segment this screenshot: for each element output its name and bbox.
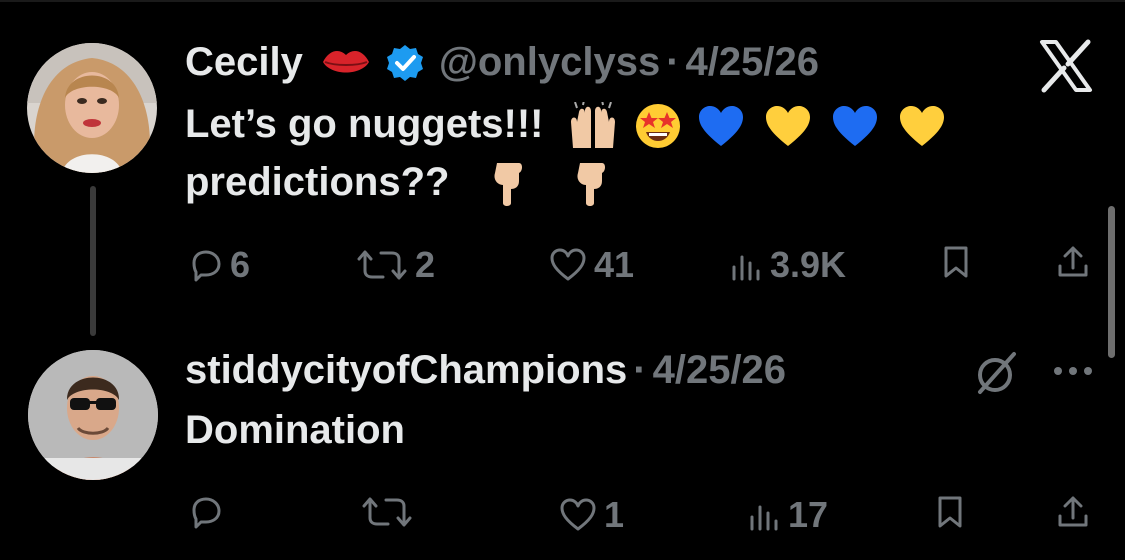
grok-icon[interactable] <box>970 348 1020 398</box>
reply-like-count: 1 <box>604 494 625 535</box>
pointing-down-emoji-icon <box>577 163 605 207</box>
blue-heart-emoji-icon <box>833 106 878 147</box>
tweet-text: Let’s go nuggets!!! <box>185 102 544 146</box>
view-count: 3.9K <box>770 244 847 285</box>
reply-actions: 1 17 <box>0 482 1125 542</box>
scrollbar[interactable] <box>1108 206 1115 358</box>
reply-reply-button[interactable] <box>188 494 230 530</box>
reply-text: Domination <box>185 408 405 452</box>
reply-views-button[interactable]: 17 <box>748 494 828 536</box>
like-button[interactable]: 41 <box>548 244 634 286</box>
repost-icon <box>362 497 412 527</box>
reply-view-count: 17 <box>788 494 829 535</box>
verified-badge-icon[interactable] <box>385 43 425 83</box>
tweet-text-line2: predictions?? <box>185 160 610 207</box>
raised-hands-emoji-icon <box>570 102 615 149</box>
yellow-heart-emoji-icon <box>765 106 810 147</box>
pointing-down-emoji-icon <box>494 163 522 207</box>
author-name[interactable]: Cecily <box>185 40 303 85</box>
bookmark-button[interactable] <box>940 244 972 280</box>
reply-header: stiddycityofChampions · 4/25/26 <box>185 348 786 393</box>
like-icon <box>550 248 586 281</box>
star-struck-emoji-icon <box>635 104 680 149</box>
author-handle[interactable]: @onlyclyss <box>439 40 660 85</box>
bookmark-icon <box>938 496 962 528</box>
reply-icon <box>192 250 221 282</box>
reply-bookmark-button[interactable] <box>934 494 966 530</box>
avatar-stiddycityofchampions[interactable] <box>28 350 158 480</box>
bookmark-icon <box>944 246 968 278</box>
views-button[interactable]: 3.9K <box>730 244 846 286</box>
separator-dot: · <box>666 40 680 84</box>
tweet-actions: 6 2 41 3.9K <box>0 232 1125 292</box>
share-icon <box>1058 496 1088 527</box>
tweet-text-line1: Let’s go nuggets!!! <box>185 102 946 150</box>
tweet-text: predictions?? <box>185 160 450 204</box>
like-count: 41 <box>594 244 635 285</box>
top-divider <box>0 0 1125 2</box>
reply-icon <box>192 497 221 529</box>
tweet-date[interactable]: 4/25/26 <box>686 40 819 85</box>
share-button[interactable] <box>1055 244 1091 280</box>
reply-share-button[interactable] <box>1055 494 1091 530</box>
yellow-heart-emoji-icon <box>900 106 945 147</box>
separator-dot: · <box>633 348 647 392</box>
repost-icon <box>357 250 407 280</box>
reply-count: 6 <box>230 244 251 285</box>
like-icon <box>560 498 596 531</box>
reply-date[interactable]: 4/25/26 <box>653 348 786 393</box>
avatar-cecily[interactable] <box>27 43 157 173</box>
tweet-header: Cecily @onlyclyss · 4/25/26 <box>185 40 819 85</box>
reply-author-name[interactable]: stiddycityofChampions <box>185 348 627 393</box>
blue-heart-emoji-icon <box>698 106 743 147</box>
more-icon[interactable] <box>1050 360 1096 382</box>
reply-like-button[interactable]: 1 <box>558 494 624 536</box>
x-logo-icon[interactable] <box>1038 38 1094 94</box>
views-icon <box>732 255 760 281</box>
share-icon <box>1058 246 1088 277</box>
reply-button[interactable]: 6 <box>188 244 250 286</box>
views-icon <box>750 505 778 531</box>
repost-count: 2 <box>415 244 436 285</box>
lips-icon <box>322 50 369 72</box>
reply-repost-button[interactable] <box>360 494 420 530</box>
repost-button[interactable]: 2 <box>355 244 435 286</box>
